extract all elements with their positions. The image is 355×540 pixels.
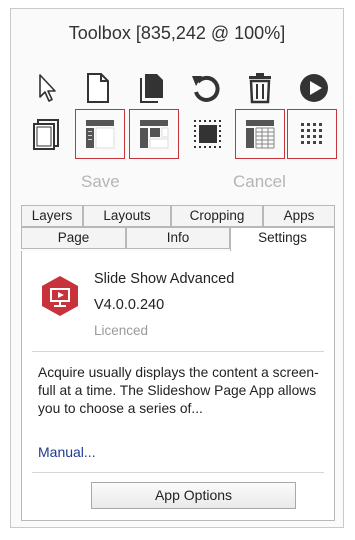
tab-info[interactable]: Info bbox=[126, 227, 230, 249]
app-options-button[interactable]: App Options bbox=[91, 482, 296, 509]
page-frame-icon[interactable] bbox=[25, 113, 67, 155]
app-version: V4.0.0.240 bbox=[94, 297, 165, 313]
rotate-icon[interactable] bbox=[185, 67, 227, 109]
play-icon[interactable] bbox=[293, 67, 335, 109]
trash-icon[interactable] bbox=[239, 67, 281, 109]
tab-layers[interactable]: Layers bbox=[21, 205, 83, 227]
tab-apps[interactable]: Apps bbox=[263, 205, 335, 227]
pointer-icon[interactable] bbox=[27, 67, 69, 109]
save-button[interactable]: Save bbox=[81, 172, 120, 192]
cancel-button[interactable]: Cancel bbox=[233, 172, 286, 192]
divider bbox=[32, 351, 324, 352]
slideshow-app-icon bbox=[40, 275, 80, 317]
tab-page[interactable]: Page bbox=[21, 227, 126, 249]
toolbox-panel: Toolbox [835,242 @ 100%] Save Cancel Lay… bbox=[10, 8, 344, 528]
app-name: Slide Show Advanced bbox=[94, 271, 235, 287]
window-title: Toolbox [835,242 @ 100%] bbox=[68, 23, 286, 43]
dot-grid-icon[interactable] bbox=[287, 109, 337, 159]
settings-content: Slide Show Advanced V4.0.0.240 Licenced … bbox=[21, 251, 335, 521]
app-license: Licenced bbox=[94, 323, 149, 338]
new-page-icon[interactable] bbox=[77, 67, 119, 109]
layout-top-left-icon[interactable] bbox=[75, 109, 125, 159]
tab-cropping[interactable]: Cropping bbox=[171, 205, 263, 227]
app-description: Acquire usually displays the content a s… bbox=[38, 365, 319, 416]
layout-split-icon[interactable] bbox=[129, 109, 179, 159]
tab-settings[interactable]: Settings bbox=[230, 227, 335, 251]
layout-grid-icon[interactable] bbox=[235, 109, 285, 159]
dotted-square-icon[interactable] bbox=[187, 113, 229, 155]
copy-page-icon[interactable] bbox=[131, 67, 173, 109]
divider bbox=[32, 472, 324, 473]
tab-layouts[interactable]: Layouts bbox=[83, 205, 171, 227]
manual-link[interactable]: Manual... bbox=[38, 444, 96, 460]
